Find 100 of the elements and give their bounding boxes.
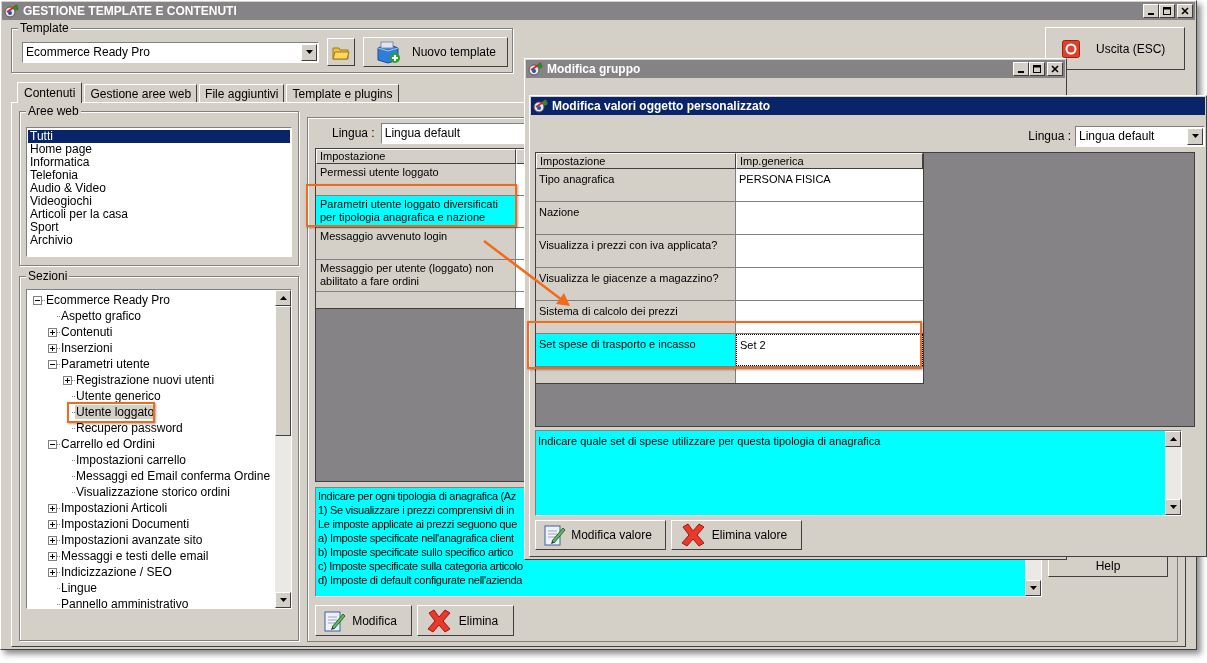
close-button[interactable] (1177, 4, 1193, 18)
list-item[interactable]: Home page (28, 143, 290, 156)
dropdown-button[interactable] (301, 43, 317, 61)
column-header[interactable]: Imp.generica (736, 153, 923, 169)
column-header[interactable]: Impostazione (536, 153, 736, 169)
expand-icon[interactable] (63, 375, 72, 385)
tab[interactable]: Contenuti (17, 82, 83, 103)
cross-icon (680, 523, 706, 547)
table-cell[interactable]: Visualizza le giacenze a magazzino? (536, 268, 736, 300)
scroll-up-button[interactable] (275, 290, 291, 306)
dropdown-button[interactable] (1187, 127, 1203, 145)
maximize-icon (1162, 6, 1172, 16)
table-cell[interactable]: Messaggio avvenuto login (316, 228, 516, 259)
table-cell[interactable]: PERSONA FISICA (736, 169, 923, 201)
table-cell[interactable]: Set spese di trasporto e incasso (536, 334, 736, 366)
table-cell[interactable]: Tipo anagrafica (536, 169, 736, 201)
tree-item[interactable]: Messaggi ed Email conferma Ordine (75, 469, 272, 483)
scroll-down-button[interactable] (1025, 580, 1041, 596)
table-cell[interactable]: Messaggio per utente (loggato) non abilitato a fare ordini (316, 260, 516, 291)
expand-icon[interactable] (48, 535, 57, 545)
notepad-pencil-icon (544, 523, 566, 547)
tree-item[interactable]: Registrazione nuovi utenti (75, 373, 216, 387)
list-item[interactable]: Informatica (28, 156, 290, 169)
table-cell[interactable] (736, 268, 923, 300)
tree-item[interactable]: Utente generico (75, 389, 162, 403)
tree-item[interactable]: Impostazioni avanzate sito (60, 533, 204, 547)
tree-item[interactable]: Contenuti (60, 325, 114, 339)
list-item[interactable]: Archivio (28, 234, 290, 247)
minimize-button[interactable] (1143, 4, 1159, 18)
dropdown-field[interactable]: Lingua default (1075, 125, 1205, 147)
language-label: Lingua : (1028, 128, 1071, 145)
notepad-pencil-icon (324, 608, 346, 633)
tab[interactable]: File aggiuntivi (199, 84, 285, 102)
tree-item[interactable]: Visualizzazione storico ordini (75, 485, 231, 499)
maximize-button[interactable] (1029, 62, 1045, 76)
cross-icon (426, 608, 452, 633)
minimize-button[interactable] (1013, 62, 1029, 76)
tree-item[interactable]: Impostazioni Articoli (60, 501, 169, 515)
list-item[interactable]: Telefonia (28, 169, 290, 182)
description-line: Le imposte applicate ai prezzi seguono que (318, 517, 517, 531)
maximize-icon (1032, 64, 1042, 74)
expand-icon[interactable] (48, 343, 57, 353)
tree-item[interactable]: Utente loggato (75, 405, 156, 419)
table-cell[interactable]: Parametri utente loggato diversificati per tipologia anagrafica e nazione (316, 196, 516, 227)
tree-item[interactable]: Lingue (60, 581, 99, 595)
table-cell[interactable]: Nazione (536, 202, 736, 234)
column-header[interactable]: Impostazione (316, 149, 516, 164)
tab[interactable]: Gestione aree web (84, 84, 198, 102)
maximize-button[interactable] (1159, 4, 1175, 18)
tab[interactable]: Template e plugins (286, 84, 399, 102)
table-cell[interactable]: Sistema di calcolo dei prezzi (536, 301, 736, 333)
expand-icon[interactable] (48, 567, 57, 577)
table-cell[interactable] (316, 292, 516, 308)
collapse-icon[interactable] (33, 295, 42, 305)
tree-item[interactable]: Ecommerce Ready Pro (45, 293, 172, 307)
delete-button[interactable]: Elimina (417, 605, 514, 636)
close-button[interactable] (1047, 62, 1063, 76)
tree-item[interactable]: Pannello amministrativo (60, 597, 190, 608)
scroll-down-button[interactable] (1165, 499, 1181, 515)
exit-button[interactable]: Uscita (ESC) (1045, 27, 1185, 70)
open-folder-button[interactable] (327, 38, 355, 66)
edit-button[interactable]: Modifica valore (535, 520, 666, 550)
collapse-icon[interactable] (48, 359, 57, 369)
expand-icon[interactable] (48, 519, 57, 529)
dropdown-field[interactable]: Ecommerce Ready Pro (22, 41, 319, 63)
tree-item[interactable]: Indicizzazione / SEO (60, 565, 173, 579)
list-item[interactable]: Audio & Video (28, 182, 290, 195)
table-cell[interactable]: Permessi utente loggato (316, 164, 516, 195)
group-label: Aree web (26, 104, 81, 118)
table-cell[interactable] (736, 235, 923, 267)
scroll-down-button[interactable] (275, 592, 291, 608)
tree-item[interactable]: Inserzioni (60, 341, 114, 355)
description-line: a) Imposte specificate nell'anagrafica client (318, 531, 514, 545)
collapse-icon[interactable] (48, 439, 57, 449)
minimize-icon (1148, 13, 1154, 15)
app-icon (4, 4, 20, 18)
app-icon (528, 62, 544, 76)
expand-icon[interactable] (48, 551, 57, 561)
table-cell[interactable]: Visualizza i prezzi con iva applicata? (536, 235, 736, 267)
tree-item[interactable]: Messaggi e testi delle email (60, 549, 210, 563)
table-cell[interactable]: Set 2 (736, 334, 923, 366)
scroll-up-button[interactable] (1165, 431, 1181, 447)
list-item[interactable]: Sport (28, 221, 290, 234)
table-cell[interactable] (736, 202, 923, 234)
tree-item[interactable]: Recupero password (75, 421, 184, 435)
table-cell[interactable] (736, 301, 923, 333)
tree-item[interactable]: Aspetto grafico (60, 309, 143, 323)
list-item[interactable]: Tutti (28, 130, 290, 143)
expand-icon[interactable] (48, 503, 57, 513)
list-item[interactable]: Videogiochi (28, 195, 290, 208)
tree-item[interactable]: Parametri utente (60, 357, 151, 371)
tree-item[interactable]: Carrello ed Ordini (60, 437, 157, 451)
new-template-button[interactable]: Nuovo template (363, 37, 508, 67)
scrollbar-thumb[interactable] (275, 306, 291, 436)
tree-item[interactable]: Impostazioni Documenti (60, 517, 191, 531)
edit-button[interactable]: Modifica (315, 605, 412, 636)
tree-item[interactable]: Impostazioni carrello (75, 453, 188, 467)
list-item[interactable]: Articoli per la casa (28, 208, 290, 221)
delete-button[interactable]: Elimina valore (671, 520, 802, 550)
expand-icon[interactable] (48, 327, 57, 337)
